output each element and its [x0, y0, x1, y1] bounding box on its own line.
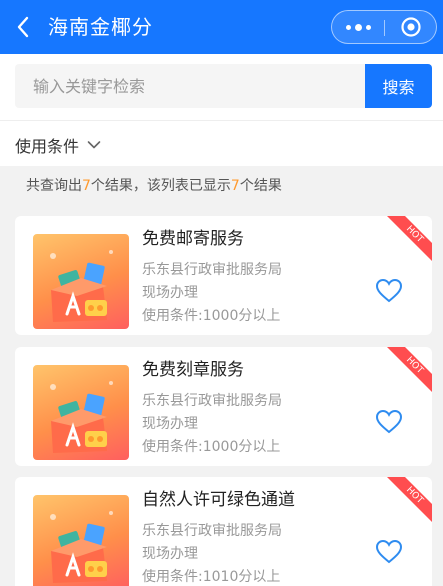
heart-outline-icon [375, 278, 403, 303]
filter-label: 使用条件 [15, 137, 80, 156]
result-prefix: 共查询出 [26, 178, 82, 194]
service-condition: 使用条件:1000分以上 [142, 439, 281, 455]
heart-outline-icon [375, 539, 403, 564]
result-summary: 共查询出7个结果，该列表已显示7个结果 [26, 177, 282, 195]
service-card[interactable]: 免费刻章服务 乐东县行政审批服务局 现场办理 使用条件:1000分以上 HOT [15, 347, 432, 466]
hot-badge: HOT [383, 347, 432, 396]
search-button[interactable]: 搜索 [365, 64, 432, 108]
service-card[interactable]: 自然人许可绿色通道 乐东县行政审批服务局 现场办理 使用条件:1010分以上 H… [15, 477, 432, 586]
service-mode: 现场办理 [142, 285, 198, 301]
back-button[interactable] [10, 13, 36, 41]
service-department: 乐东县行政审批服务局 [142, 523, 282, 539]
service-department: 乐东县行政审批服务局 [142, 262, 282, 278]
condition-filter-dropdown[interactable]: 使用条件 [15, 133, 101, 157]
service-mode: 现场办理 [142, 416, 198, 432]
more-dots-icon [345, 23, 371, 31]
favorite-button[interactable] [375, 409, 403, 435]
navigation-bar: 海南金椰分 [0, 0, 443, 54]
service-name: 免费邮寄服务 [142, 229, 244, 249]
service-mode: 现场办理 [142, 546, 198, 562]
result-suffix: 个结果 [239, 178, 282, 194]
gift-box-image [33, 234, 129, 329]
capsule-menu [331, 10, 437, 44]
page-title: 海南金椰分 [48, 15, 153, 39]
hot-badge: HOT [383, 216, 432, 265]
filter-bar: 使用条件 [0, 120, 443, 166]
service-department: 乐东县行政审批服务局 [142, 393, 282, 409]
favorite-button[interactable] [375, 539, 403, 565]
favorite-button[interactable] [375, 278, 403, 304]
more-button[interactable] [332, 11, 384, 43]
target-close-icon [400, 17, 421, 37]
gift-box-image [33, 365, 129, 460]
service-card[interactable]: 免费邮寄服务 乐东县行政审批服务局 现场办理 使用条件:1000分以上 HOT [15, 216, 432, 335]
heart-outline-icon [375, 409, 403, 434]
result-middle: 个结果，该列表已显示 [90, 178, 231, 194]
hot-badge: HOT [383, 477, 432, 526]
result-total-count: 7 [82, 178, 91, 194]
gift-box-image [33, 495, 129, 586]
chevron-left-icon [17, 16, 29, 38]
chevron-down-icon [87, 141, 101, 149]
service-condition: 使用条件:1010分以上 [142, 569, 281, 585]
service-name: 免费刻章服务 [142, 360, 244, 380]
service-condition: 使用条件:1000分以上 [142, 308, 281, 324]
result-shown-count: 7 [230, 178, 240, 194]
search-bar: 搜索 [0, 54, 443, 120]
search-input[interactable] [15, 64, 365, 108]
service-name: 自然人许可绿色通道 [142, 490, 295, 510]
close-miniprogram-button[interactable] [385, 11, 436, 43]
